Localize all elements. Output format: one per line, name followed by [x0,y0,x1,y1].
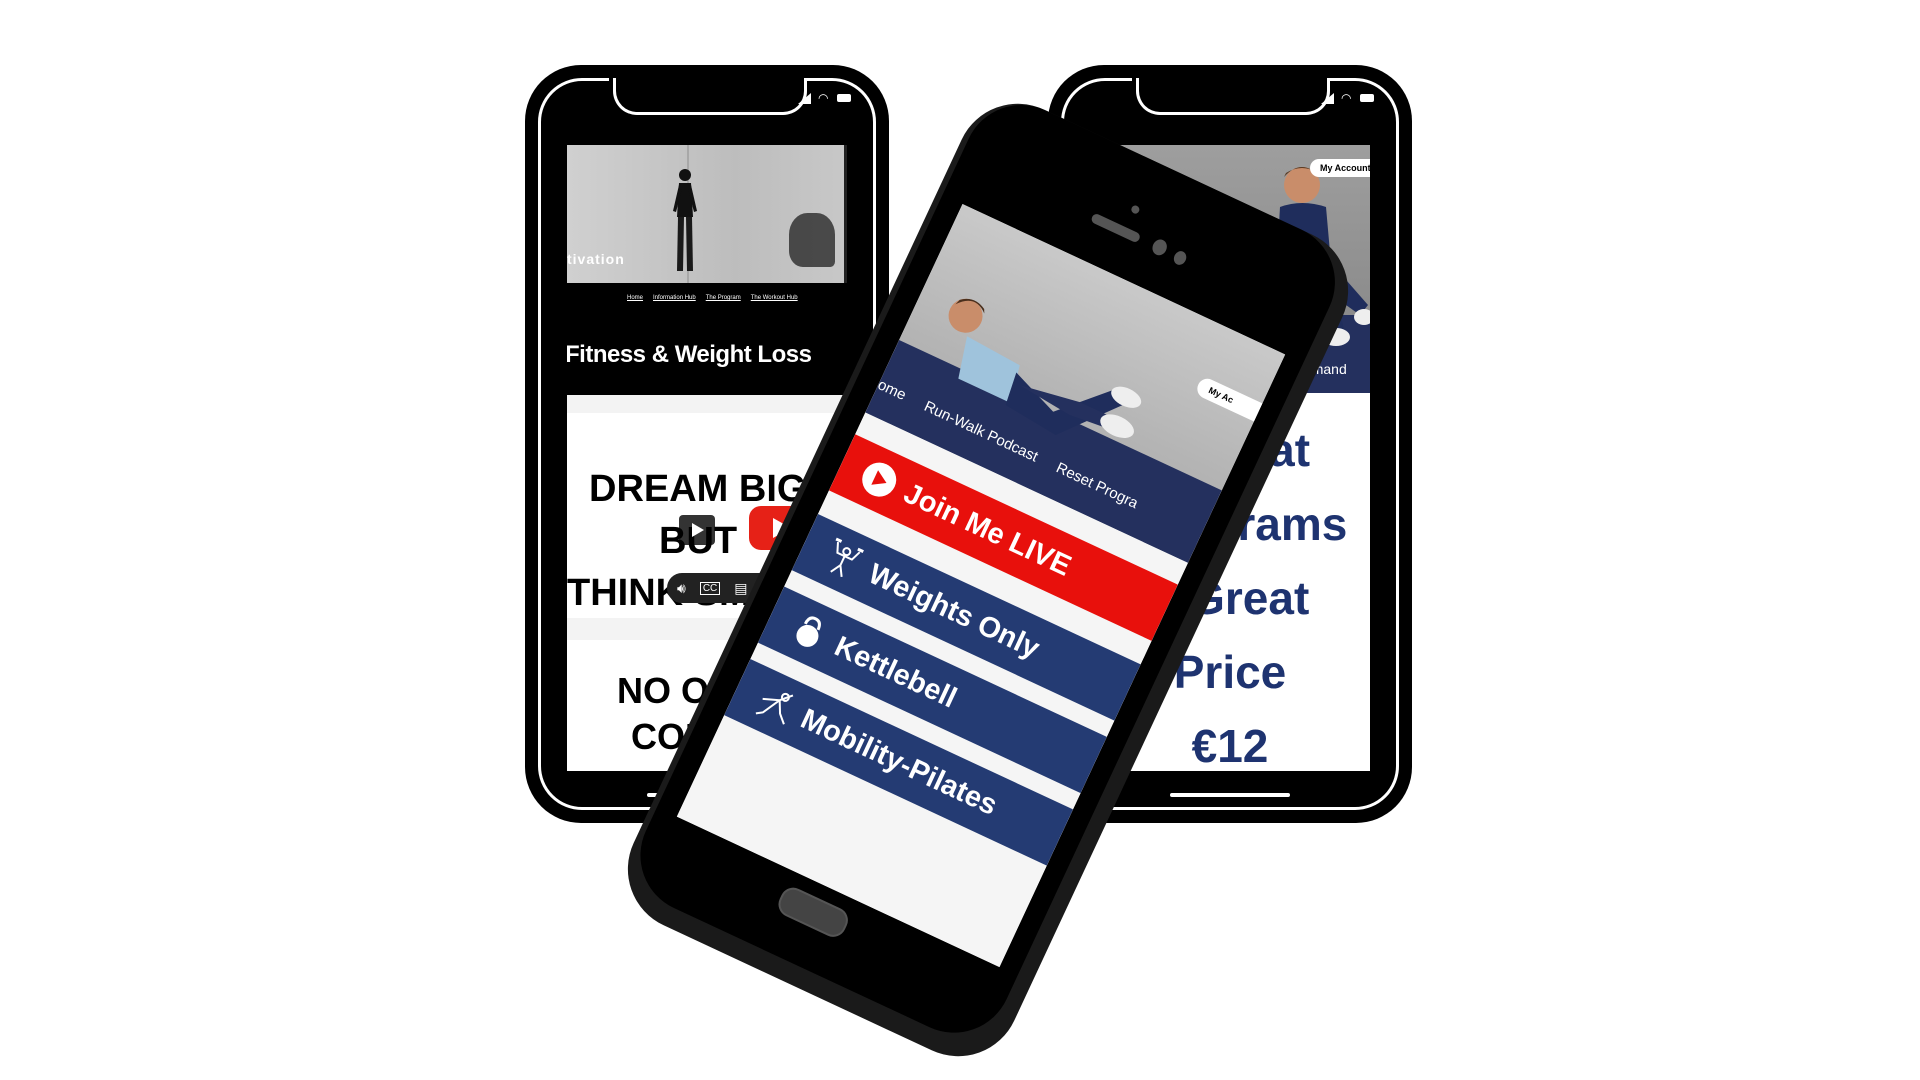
signal-icon [1321,92,1334,104]
phone-notch [613,78,807,115]
battery-icon [837,94,851,102]
battery-icon [1360,94,1374,102]
nav-link-information-hub[interactable]: Information Hub [653,295,696,301]
hero-image: tivation [567,145,847,283]
page-headline: Fitness & Weight Loss [567,341,812,368]
phone-notch [1136,78,1330,115]
runner-figure-image [673,169,697,271]
front-camera [1149,237,1170,258]
nav-bar: Home Information Hub The Program The Wor… [627,295,798,301]
wifi-icon: ◠ [1341,91,1352,105]
nav-link-workout-hub[interactable]: The Workout Hub [751,295,798,301]
my-account-button[interactable]: My Account [1310,159,1370,177]
my-account-button[interactable]: My Ac [1194,375,1277,429]
nav-link-home[interactable]: Home [627,295,643,301]
status-bar: ◠ [798,92,851,104]
signal-icon [798,92,811,104]
kettlebell-icon [796,616,821,647]
stretch-figure-icon [755,692,794,725]
transcript-icon[interactable]: ▤ [734,580,747,597]
sensor-dot [1130,204,1141,215]
weightlifter-icon [830,537,864,577]
front-sensor [1171,249,1189,267]
captions-icon[interactable]: CC [699,581,721,595]
hero-text: tivation [567,251,625,267]
shadow-shape [789,213,835,267]
speaker-grille [1090,212,1142,244]
play-icon[interactable] [679,515,715,545]
volume-icon[interactable]: 🔊︎ [677,580,686,597]
play-circle-icon [856,457,902,503]
status-bar: ◠ [1321,92,1374,104]
nav-link-the-program[interactable]: The Program [706,295,741,301]
home-indicator [1170,793,1290,797]
wifi-icon: ◠ [818,91,829,105]
